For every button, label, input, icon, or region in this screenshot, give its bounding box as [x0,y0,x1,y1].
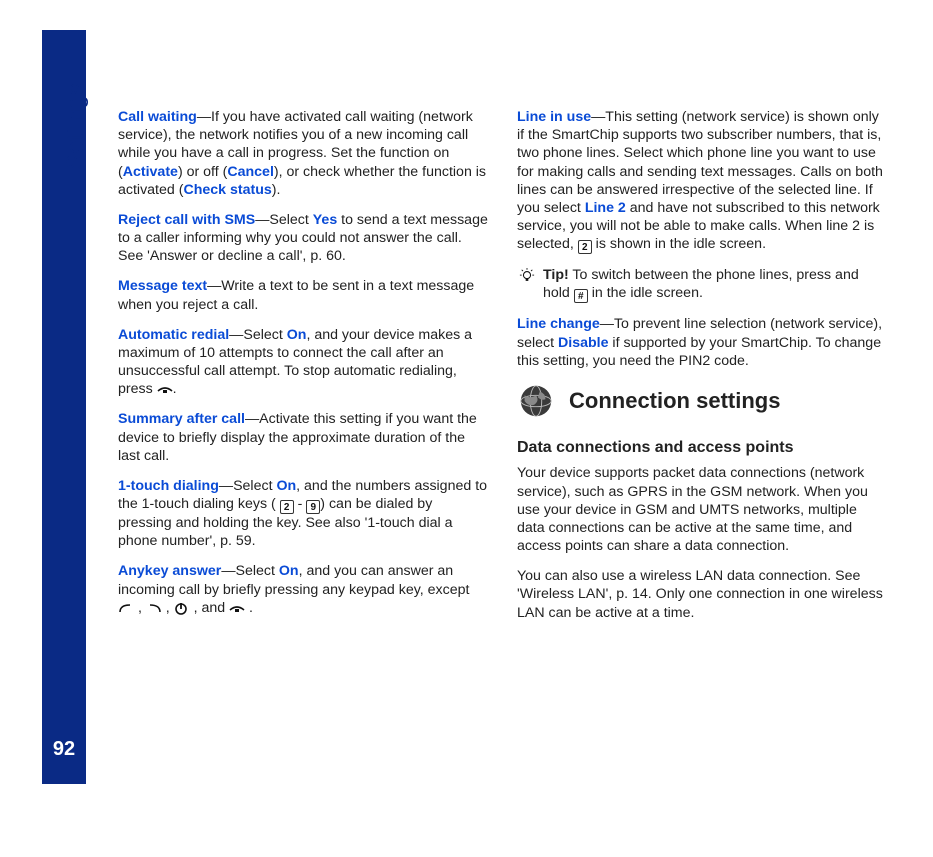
text: , and [190,600,229,616]
tip-label: Tip! [543,267,569,283]
term-reject-sms: Reject call with SMS [118,212,255,228]
data-connections-p2: You can also use a wireless LAN data con… [517,567,888,622]
text: . [173,381,177,397]
section-side-label: Settings [62,126,90,170]
summary-after-call-para: Summary after call—Activate this setting… [118,410,489,465]
globe-icon [517,382,555,420]
section-title-connection: Connection settings [569,387,780,415]
key-9-icon: 9 [306,500,320,514]
subhead-data-connections: Data connections and access points [517,438,888,458]
text: - [294,496,307,512]
power-key-icon [174,602,190,614]
key-2-icon: 2 [280,500,294,514]
connection-section-header: Connection settings [517,382,888,420]
term-line-in-use: Line in use [517,109,591,125]
text: in the idle screen. [588,285,703,301]
call-waiting-para: Call waiting—If you have activated call … [118,108,489,199]
term-line-change: Line change [517,316,600,332]
tip-row: Tip! To switch between the phone lines, … [517,266,888,303]
tip-text: Tip! To switch between the phone lines, … [543,266,888,303]
opt-on: On [279,563,299,579]
one-touch-para: 1-touch dialing—Select On, and the numbe… [118,477,489,551]
text: —Select [221,563,279,579]
hash-key-icon: # [574,289,588,303]
term-auto-redial: Automatic redial [118,327,229,343]
page-number: 92 [42,738,86,761]
line-2-indicator-icon: 2 [578,240,592,254]
message-text-para: Message text—Write a text to be sent in … [118,277,489,313]
tip-bulb-icon [519,268,535,303]
line-change-para: Line change—To prevent line selection (n… [517,315,888,370]
content-columns: Call waiting—If you have activated call … [118,108,888,634]
text: . [245,600,253,616]
opt-activate: Activate [123,164,178,180]
end-call-key-icon [229,602,245,614]
manual-page: Settings 92 Call waiting—If you have act… [0,0,933,857]
text: ) or off ( [178,164,227,180]
reject-sms-para: Reject call with SMS—Select Yes to send … [118,211,489,266]
opt-check-status: Check status [183,182,271,198]
text: is shown in the idle screen. [592,236,766,252]
column-right: Line in use—This setting (network servic… [517,108,888,634]
auto-redial-para: Automatic redial—Select On, and your dev… [118,326,489,399]
opt-on: On [287,327,307,343]
right-softkey-icon [146,602,162,614]
text: ). [272,182,281,198]
term-message-text: Message text [118,278,207,294]
line-in-use-para: Line in use—This setting (network servic… [517,108,888,254]
text: —Select [229,327,287,343]
anykey-para: Anykey answer—Select On, and you can ans… [118,562,489,617]
term-one-touch: 1-touch dialing [118,478,219,494]
opt-on: On [276,478,296,494]
opt-line-2: Line 2 [585,200,626,216]
column-left: Call waiting—If you have activated call … [118,108,489,634]
term-call-waiting: Call waiting [118,109,197,125]
text: , [134,600,146,616]
term-anykey: Anykey answer [118,563,221,579]
text: —Select [255,212,313,228]
end-call-key-icon [157,383,173,395]
opt-yes: Yes [313,212,337,228]
left-softkey-icon [118,602,134,614]
text: —Select [219,478,277,494]
opt-cancel: Cancel [227,164,274,180]
term-summary-after-call: Summary after call [118,411,245,427]
opt-disable: Disable [558,335,608,351]
text: , [162,600,174,616]
data-connections-p1: Your device supports packet data connect… [517,464,888,555]
